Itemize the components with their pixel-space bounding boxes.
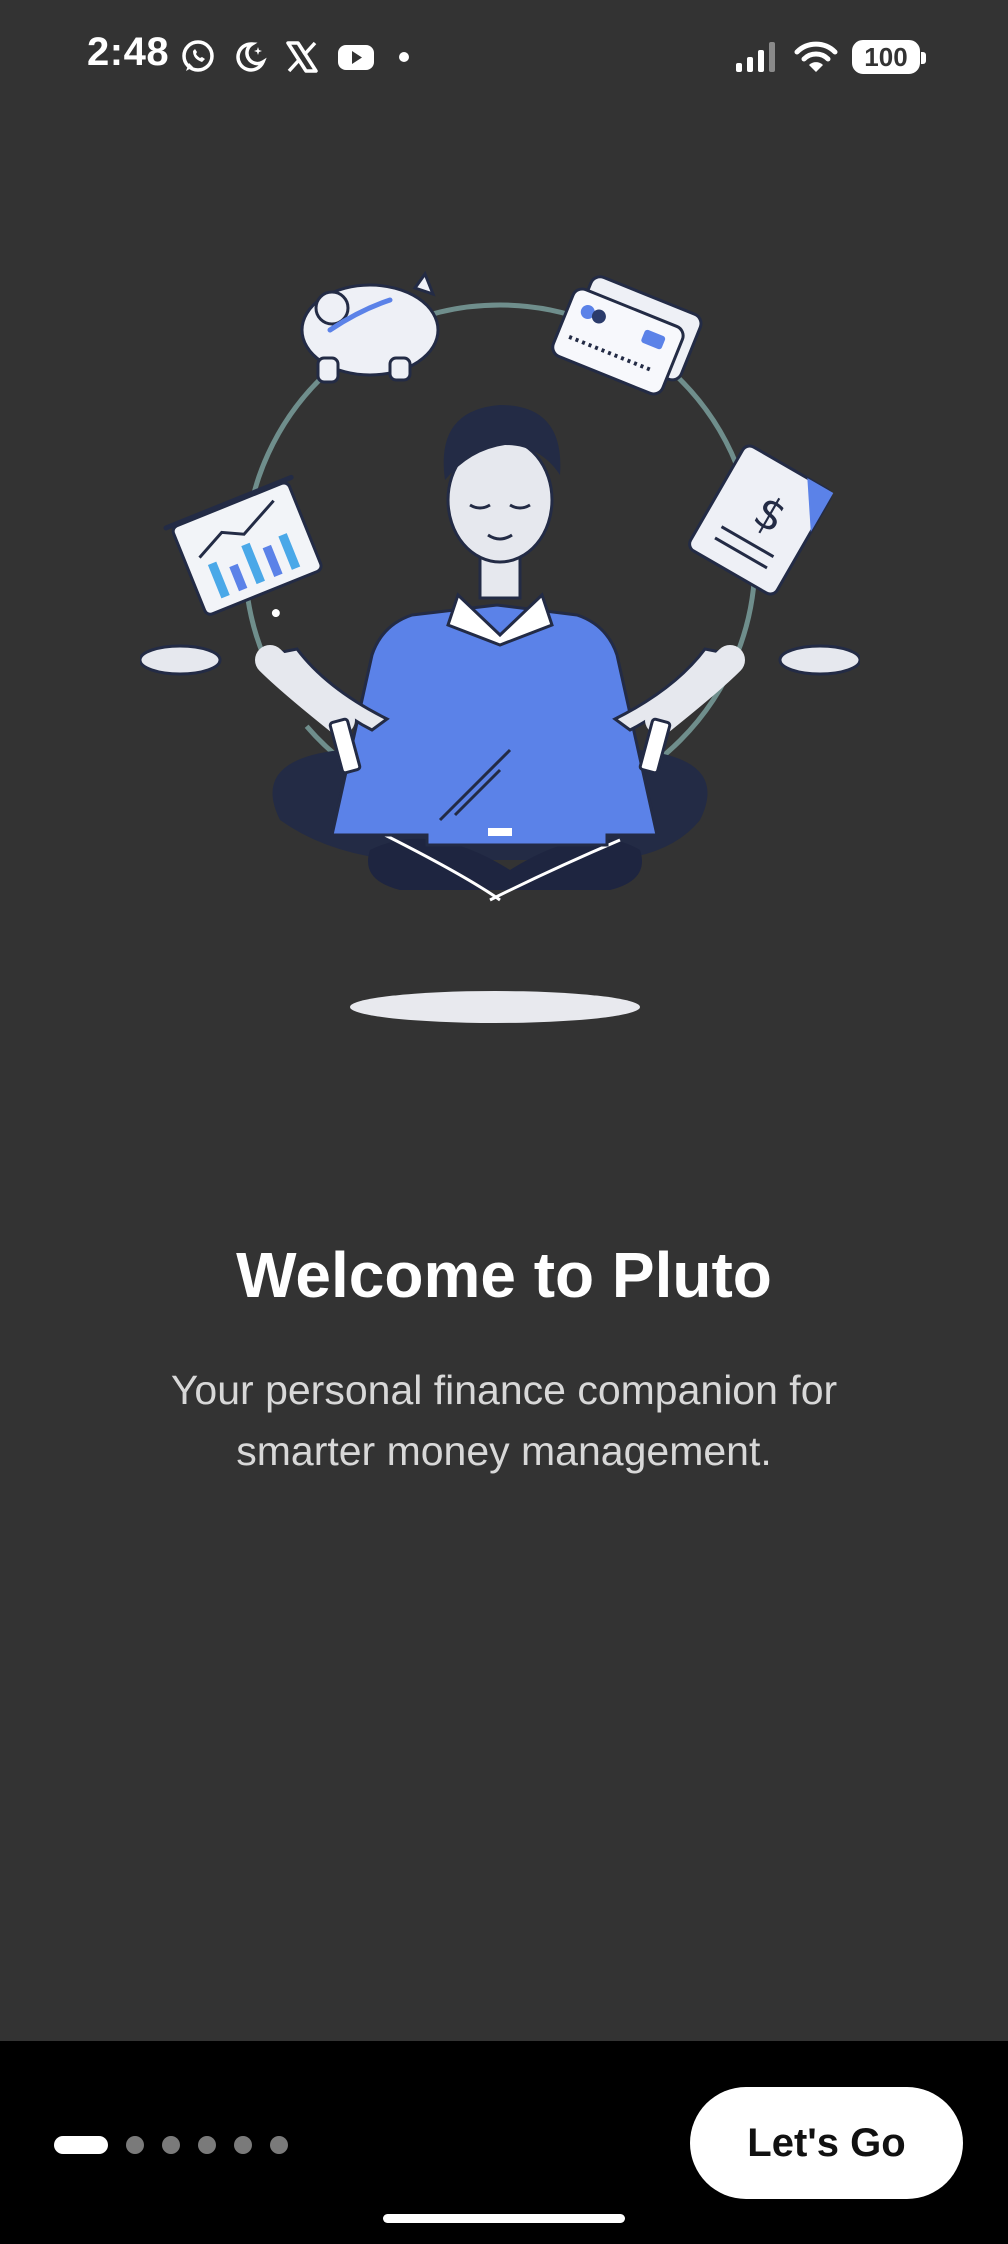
system-icons: 100 bbox=[734, 34, 926, 80]
page-dot-4[interactable] bbox=[198, 2136, 216, 2154]
battery-level: 100 bbox=[864, 42, 908, 72]
status-time: 2:48 bbox=[87, 30, 170, 74]
whatsapp-icon bbox=[180, 39, 216, 75]
document-dollar-icon: $ bbox=[688, 444, 834, 596]
signal-icon bbox=[734, 39, 780, 75]
x-icon bbox=[284, 39, 320, 75]
notification-icons bbox=[180, 34, 416, 80]
dot-icon bbox=[392, 39, 416, 75]
page-dot-5[interactable] bbox=[234, 2136, 252, 2154]
page-subtitle: Your personal finance companion for smar… bbox=[170, 1367, 838, 1474]
lets-go-button[interactable]: Let's Go bbox=[690, 2087, 963, 2199]
bottom-navigation-bar: Let's Go bbox=[0, 2041, 1008, 2244]
onboarding-screen: 2:48 100 $ Welcome to Pluto Your persona… bbox=[0, 0, 1008, 2244]
page-indicator bbox=[54, 2136, 288, 2154]
wifi-icon bbox=[794, 39, 838, 75]
meditating-person-illustration: $ bbox=[138, 250, 862, 1050]
youtube-icon bbox=[336, 39, 376, 75]
piggy-bank-icon bbox=[300, 270, 440, 384]
page-title: Welcome to Pluto bbox=[236, 1239, 772, 1311]
moon-icon bbox=[232, 39, 268, 75]
page-dot-2[interactable] bbox=[126, 2136, 144, 2154]
page-dot-1[interactable] bbox=[54, 2136, 108, 2154]
page-dot-3[interactable] bbox=[162, 2136, 180, 2154]
page-dot-6[interactable] bbox=[270, 2136, 288, 2154]
home-indicator[interactable] bbox=[383, 2214, 625, 2223]
status-bar: 2:48 100 bbox=[0, 0, 1008, 115]
battery-icon: 100 bbox=[852, 40, 926, 74]
